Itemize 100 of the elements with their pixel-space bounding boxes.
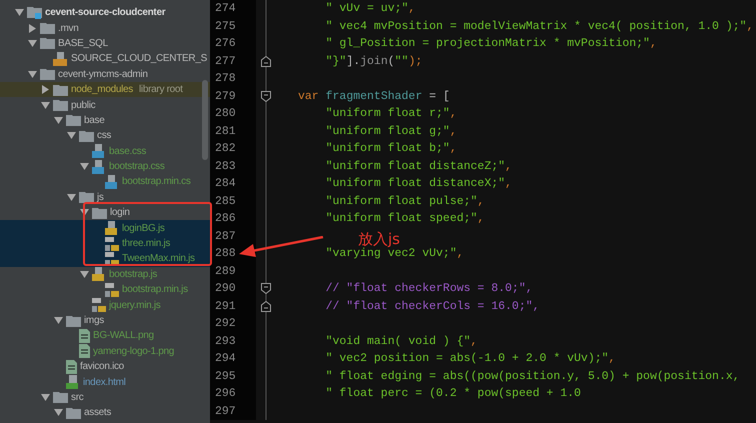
fold-marker-icon[interactable] xyxy=(261,90,271,102)
fold-end-marker-icon[interactable] xyxy=(261,300,271,312)
code-line: var fragmentShader = [ xyxy=(298,90,450,103)
tree-row[interactable]: bootstrap.css xyxy=(0,158,210,174)
code-line: " float perc = (0.2 * pow(speed + 1.0 xyxy=(326,387,581,400)
scrollbar-thumb[interactable] xyxy=(202,80,208,160)
folder-icon xyxy=(66,314,81,326)
caret-down-icon[interactable] xyxy=(66,194,76,201)
code-line: "void main( void ) {", xyxy=(326,334,478,348)
line-number: 282 xyxy=(210,140,256,158)
folder-icon xyxy=(53,391,68,404)
tree-row[interactable]: TweenMax.min.js xyxy=(0,251,210,267)
caret-right-icon[interactable] xyxy=(28,24,36,33)
tree-row[interactable]: BASE_SQL xyxy=(0,36,210,52)
tree-row[interactable]: public xyxy=(0,97,210,113)
fold-marker-icon[interactable] xyxy=(261,283,271,294)
tree-row[interactable]: bootstrap.js xyxy=(0,266,210,282)
folder-icon xyxy=(79,191,94,204)
tree-row[interactable]: assets xyxy=(0,405,210,421)
code-line: " gl_Position = projectionMatrix * mvPosition;", xyxy=(326,37,657,50)
caret-down-icon[interactable] xyxy=(40,102,50,109)
caret-down-icon[interactable] xyxy=(54,317,62,324)
tree-row[interactable]: imgs xyxy=(0,312,210,328)
image-file-icon xyxy=(66,360,77,374)
tree-item-label: src xyxy=(71,392,84,403)
tree-item-label: login xyxy=(110,207,130,218)
tree-item-label: loginBG.js xyxy=(122,222,165,234)
tree-row[interactable]: three.min.js xyxy=(0,236,210,252)
css-file-icon xyxy=(105,174,119,189)
caret-down-icon[interactable] xyxy=(40,394,50,401)
code-line: " vUv = uv;", xyxy=(326,2,416,16)
js-file-icon xyxy=(105,221,119,236)
tree-row[interactable]: index.html xyxy=(0,374,210,390)
folder-icon xyxy=(66,114,81,126)
caret-down-icon[interactable] xyxy=(28,70,36,78)
code-line: "uniform float distanceX;", xyxy=(326,177,512,190)
tree-item-label: three.min.js xyxy=(122,238,170,250)
line-number: 279 xyxy=(210,88,256,105)
tree-row[interactable]: favicon.ico xyxy=(0,358,210,374)
tree-row[interactable]: node_modules library root xyxy=(0,82,210,98)
tree-row[interactable]: base xyxy=(0,112,210,128)
code-line: "uniform float pulse;", xyxy=(326,194,484,208)
tree-item-label: BG-WALL.png xyxy=(93,330,154,342)
code-line: "uniform float speed;", xyxy=(326,212,484,226)
caret-down-icon[interactable] xyxy=(54,409,62,416)
tree-row[interactable]: SOURCE_CLOUD_CENTER_S xyxy=(0,51,210,67)
caret-down-icon[interactable] xyxy=(28,40,36,47)
line-number: 287 xyxy=(210,228,256,245)
code-line: "varying vec2 vUv;", xyxy=(326,247,464,260)
css-file-icon xyxy=(92,160,106,174)
binary-js-file-icon xyxy=(92,298,106,312)
line-number: 292 xyxy=(210,315,256,332)
line-number: 275 xyxy=(210,18,256,35)
caret-down-icon[interactable] xyxy=(54,116,62,124)
binary-js-file-icon xyxy=(105,282,119,297)
tree-item-label: bootstrap.js xyxy=(109,268,158,280)
line-number: 274 xyxy=(210,0,256,18)
code-line: " vec2 position = abs(-1.0 + 2.0 * vUv);", xyxy=(326,352,616,366)
tree-item-hint: library root xyxy=(139,84,183,96)
folder-icon xyxy=(79,130,94,142)
caret-down-icon[interactable] xyxy=(80,163,88,170)
tree-row[interactable]: bootstrap.min.cs xyxy=(0,174,210,190)
caret-right-icon[interactable] xyxy=(42,85,48,94)
tree-row[interactable]: .mvn xyxy=(0,20,210,36)
tree-row[interactable]: cevent-ymcms-admin xyxy=(0,66,210,82)
fold-end-marker-icon[interactable] xyxy=(261,56,271,67)
caret-down-icon[interactable] xyxy=(14,9,24,16)
caret-down-icon[interactable] xyxy=(80,270,88,278)
tree-item-label: imgs xyxy=(84,315,104,326)
line-number: 291 xyxy=(210,298,256,315)
caret-down-icon[interactable] xyxy=(66,132,76,140)
binary-js-file-icon xyxy=(105,252,119,266)
code-line: "}"].join(""); xyxy=(326,54,422,68)
html-file-icon xyxy=(66,375,80,390)
line-number: 289 xyxy=(210,262,256,280)
tree-item-label: favicon.ico xyxy=(80,361,124,372)
tree-row[interactable]: yameng-logo-1.png xyxy=(0,344,210,359)
line-number: 294 xyxy=(210,350,256,368)
tree-row[interactable]: base.css xyxy=(0,144,210,159)
tree-row[interactable]: BG-WALL.png xyxy=(0,328,210,344)
image-file-icon xyxy=(79,328,90,343)
tree-item-label: assets xyxy=(84,407,112,418)
tree-row[interactable]: loginBG.js xyxy=(0,220,210,236)
tree-row[interactable]: jquery.min.js xyxy=(0,297,210,313)
tree-row[interactable]: bootstrap.min.js xyxy=(0,282,210,298)
tree-row[interactable]: css xyxy=(0,128,210,144)
caret-down-icon[interactable] xyxy=(80,209,88,216)
tree-row[interactable]: js xyxy=(0,190,210,206)
line-number: 283 xyxy=(210,158,256,175)
code-line: " vec4 mvPosition = modelViewMatrix * vec4( position, 1.0 );", xyxy=(326,20,754,33)
line-number: 276 xyxy=(210,35,256,52)
line-number: 284 xyxy=(210,175,256,192)
module-folder-icon xyxy=(27,6,42,20)
line-number: 290 xyxy=(210,280,256,298)
tree-row[interactable]: login xyxy=(0,205,210,220)
css-file-icon xyxy=(92,144,106,158)
tree-row[interactable]: src xyxy=(0,390,210,406)
tree-item-label: index.html xyxy=(83,376,126,388)
tree-row[interactable]: cevent-source-cloudcenter xyxy=(0,5,210,20)
folder-icon xyxy=(66,406,81,419)
